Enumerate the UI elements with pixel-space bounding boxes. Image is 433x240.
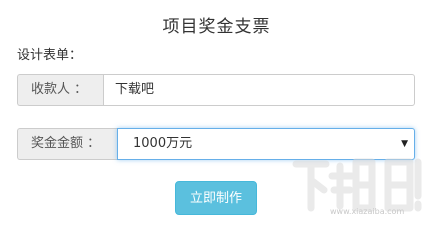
payee-field[interactable]: 下载吧 [103,74,415,106]
payee-label: 收款人 ： [17,74,103,106]
form-heading: 设计表单： [17,48,83,63]
page-title: 项目奖金支票 [162,17,271,37]
watermark-url: www.xiazaiba.com [330,207,405,216]
amount-selected-value: 1000万元 [133,136,193,151]
amount-label: 奖金金额 ： [17,128,117,160]
payee-input-group: 收款人 ： 下载吧 [17,74,415,106]
caret-down-icon: ▼ [401,139,408,149]
make-now-button[interactable]: 立即制作 [175,181,257,215]
